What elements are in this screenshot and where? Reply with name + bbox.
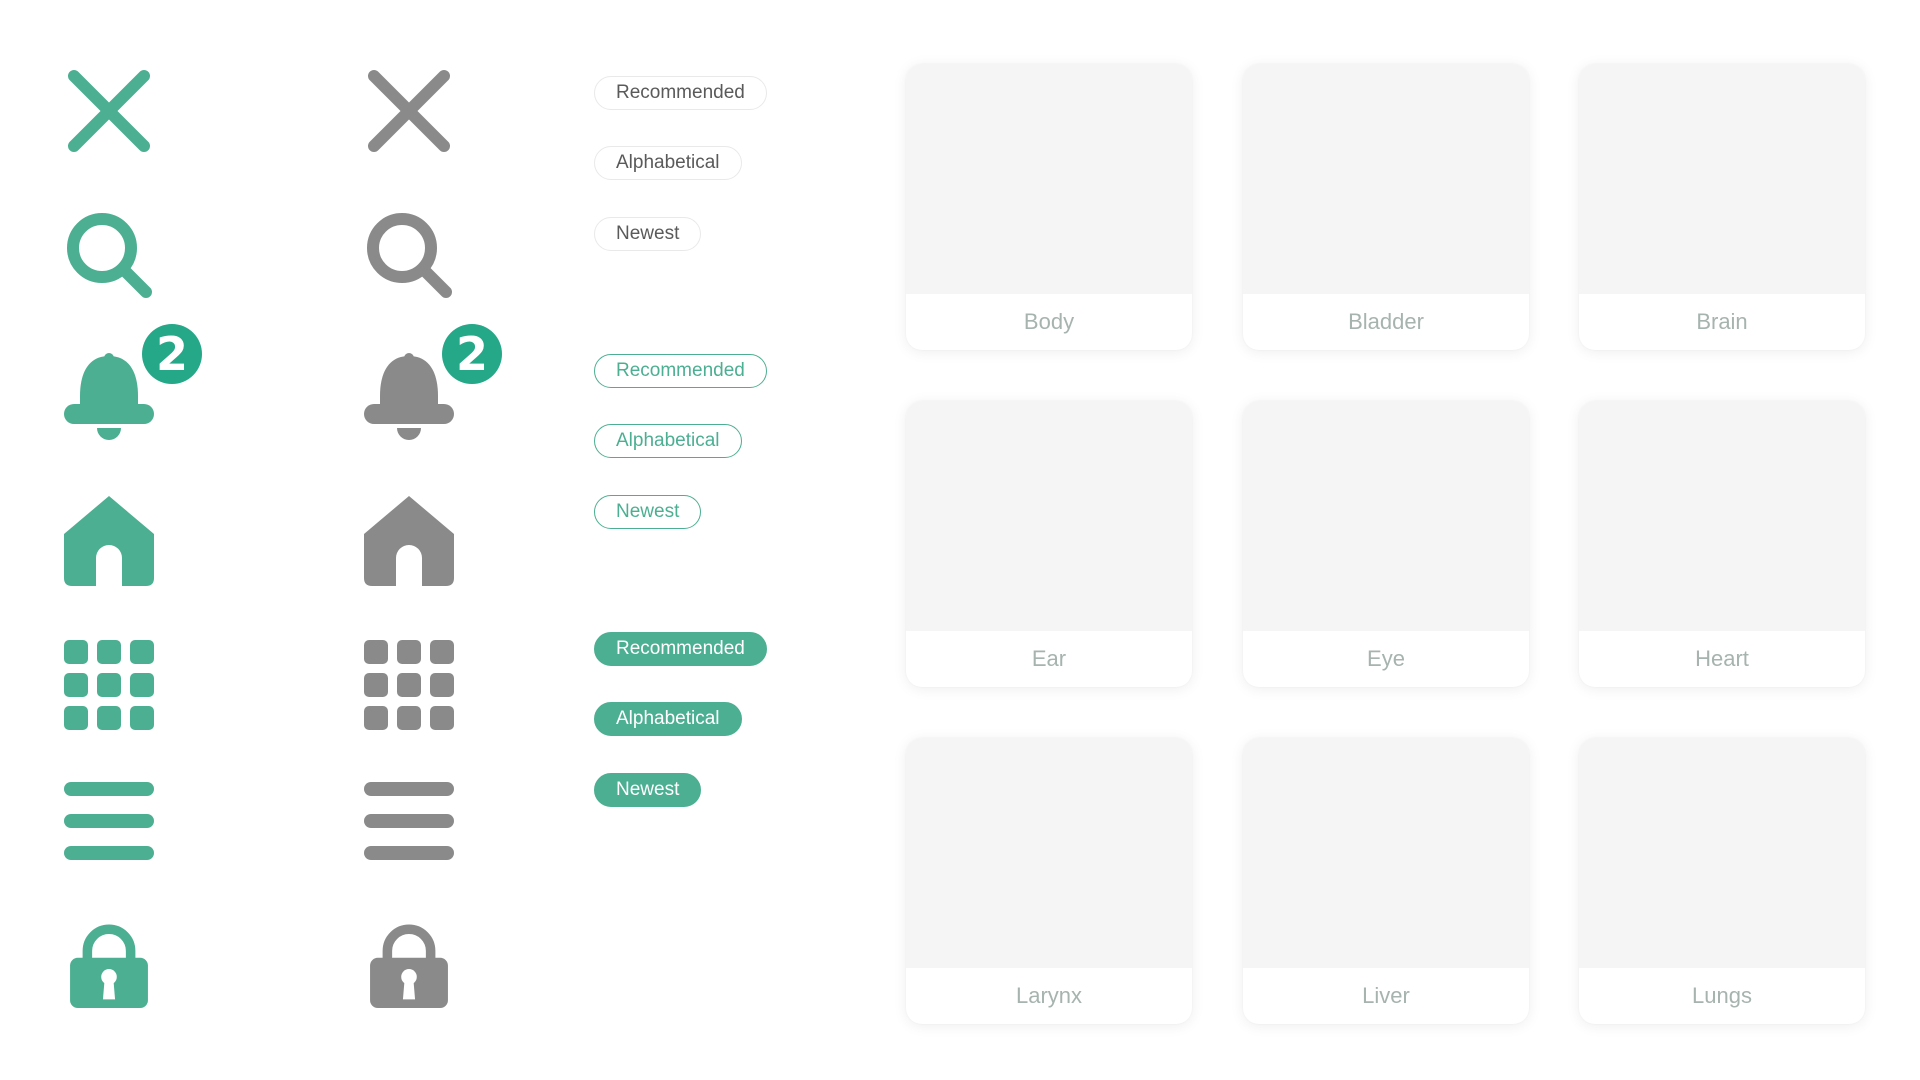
menu-icon[interactable] xyxy=(64,776,154,866)
chip-newest[interactable]: Newest xyxy=(594,773,702,807)
bell-icon[interactable] xyxy=(364,352,454,442)
card-image-placeholder xyxy=(1579,401,1865,631)
search-icon[interactable] xyxy=(364,210,454,300)
close-icon[interactable] xyxy=(64,66,154,156)
card-label: Bladder xyxy=(1348,309,1424,334)
menu-icon[interactable] xyxy=(364,776,454,866)
card-lungs[interactable]: Lungs xyxy=(1579,738,1865,1024)
card-image-placeholder xyxy=(1579,738,1865,968)
card-label: Larynx xyxy=(1015,983,1083,1008)
card-brain[interactable]: Brain xyxy=(1579,64,1865,350)
home-icon[interactable] xyxy=(64,496,154,586)
card-image-placeholder xyxy=(906,401,1192,631)
chip-recommended[interactable]: Recommended xyxy=(594,76,767,110)
chip-newest[interactable]: Newest xyxy=(594,495,702,529)
notification-badge: 2 xyxy=(142,324,202,384)
card-label: Liver xyxy=(1362,983,1410,1008)
card-image-placeholder xyxy=(906,738,1192,968)
search-icon[interactable] xyxy=(64,210,154,300)
home-icon[interactable] xyxy=(364,496,454,586)
card-bladder[interactable]: Bladder xyxy=(1243,64,1529,350)
card-label: Heart xyxy=(1695,646,1749,671)
lock-icon[interactable] xyxy=(364,918,454,1008)
card-label: Ear xyxy=(1031,646,1067,671)
card-image-placeholder xyxy=(906,64,1192,294)
chip-alphabetical[interactable]: Alphabetical xyxy=(594,146,742,180)
grid-icon[interactable] xyxy=(364,640,454,730)
card-label: Body xyxy=(1023,309,1075,334)
lock-icon[interactable] xyxy=(64,918,154,1008)
chip-alphabetical[interactable]: Alphabetical xyxy=(594,424,742,458)
grid-icon[interactable] xyxy=(64,640,154,730)
card-ear[interactable]: Ear xyxy=(906,401,1192,687)
chip-alphabetical[interactable]: Alphabetical xyxy=(594,702,742,736)
card-heart[interactable]: Heart xyxy=(1579,401,1865,687)
chip-recommended[interactable]: Recommended xyxy=(594,354,767,388)
card-image-placeholder xyxy=(1579,64,1865,294)
card-liver[interactable]: Liver xyxy=(1243,738,1529,1024)
card-image-placeholder xyxy=(1243,64,1529,294)
card-eye[interactable]: Eye xyxy=(1243,401,1529,687)
card-body[interactable]: Body xyxy=(906,64,1192,350)
card-label: Eye xyxy=(1367,646,1405,671)
notification-badge: 2 xyxy=(442,324,502,384)
chip-newest[interactable]: Newest xyxy=(594,217,702,251)
card-image-placeholder xyxy=(1243,401,1529,631)
close-icon[interactable] xyxy=(364,66,454,156)
card-label: Lungs xyxy=(1692,983,1752,1008)
card-label: Brain xyxy=(1696,309,1748,334)
chip-recommended[interactable]: Recommended xyxy=(594,632,767,666)
bell-icon[interactable] xyxy=(64,352,154,442)
card-larynx[interactable]: Larynx xyxy=(906,738,1192,1024)
card-image-placeholder xyxy=(1243,738,1529,968)
